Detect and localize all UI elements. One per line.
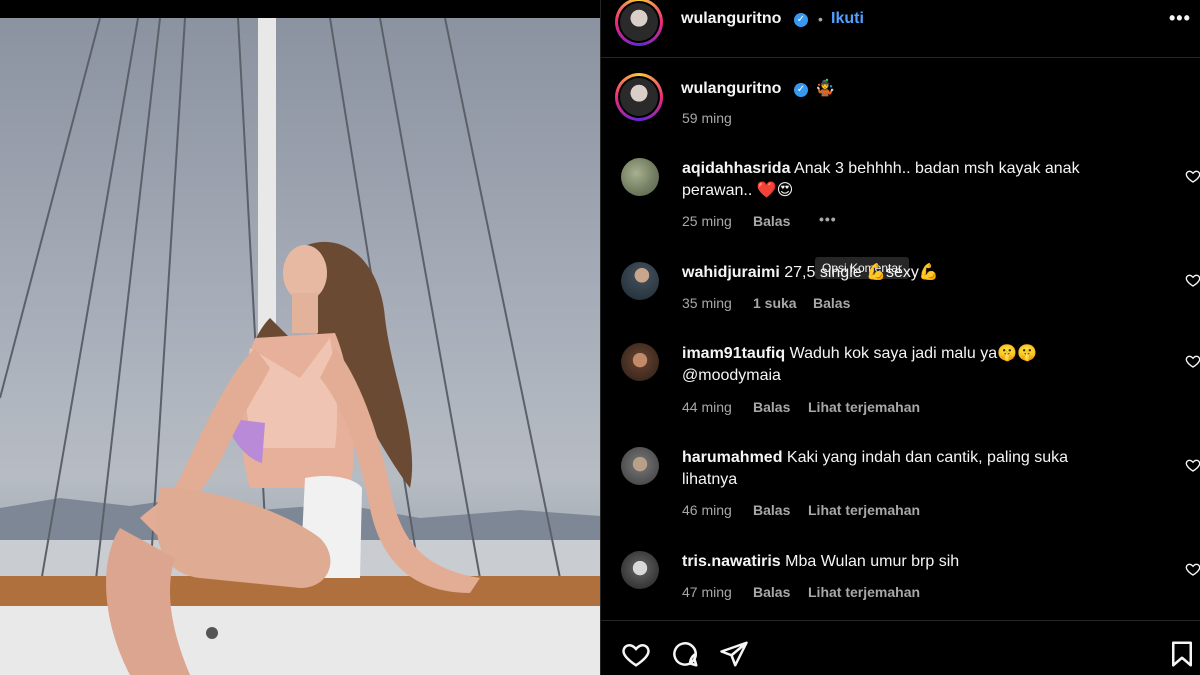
commenter-avatar[interactable]: [621, 158, 659, 196]
follow-button[interactable]: Ikuti: [831, 10, 864, 28]
comment-body: Mba Wulan umur brp sih: [785, 553, 960, 570]
author-avatar[interactable]: [615, 0, 663, 46]
heart-icon[interactable]: [621, 639, 651, 669]
comment-username[interactable]: harumahmed: [682, 449, 782, 466]
post-detail-panel: wulanguritno ✓ • Ikuti ••• wulanguritno …: [600, 0, 1200, 675]
comment-item: wahidjuraimi 27,5 single 💪sexy💪: [682, 262, 1122, 284]
comment-item: harumahmed Kaki yang indah dan cantik, p…: [682, 447, 1122, 491]
comment-options-icon[interactable]: •••: [819, 211, 837, 227]
reply-button[interactable]: Balas: [753, 502, 790, 518]
caption-author-avatar[interactable]: [615, 73, 663, 121]
post-header: wulanguritno ✓ • Ikuti •••: [601, 0, 1200, 58]
comment-item: tris.nawatiris Mba Wulan umur brp sih: [682, 551, 1122, 573]
post-image[interactable]: [0, 18, 600, 675]
commenter-avatar[interactable]: [621, 262, 659, 300]
comment-icon[interactable]: [670, 639, 700, 669]
comment-time[interactable]: 35 ming: [682, 295, 732, 311]
see-translation-link[interactable]: Lihat terjemahan: [808, 399, 920, 415]
comment-time[interactable]: 25 ming: [682, 213, 732, 229]
caption-text: 🤹: [815, 80, 835, 97]
comment-time[interactable]: 47 ming: [682, 584, 732, 600]
see-translation-link[interactable]: Lihat terjemahan: [808, 584, 920, 600]
comment-username[interactable]: imam91taufiq: [682, 345, 785, 362]
more-options-icon[interactable]: •••: [1169, 8, 1191, 29]
post-photo-illustration: [0, 18, 600, 675]
comment-time[interactable]: 44 ming: [682, 399, 732, 415]
comment-username[interactable]: wahidjuraimi: [682, 264, 780, 281]
comment-like-heart-icon[interactable]: [1185, 272, 1200, 288]
comment-item: imam91taufiq Waduh kok saya jadi malu ya…: [682, 343, 1102, 387]
reply-button[interactable]: Balas: [753, 399, 790, 415]
comment-username[interactable]: aqidahhasrida: [682, 160, 790, 177]
reply-button[interactable]: Balas: [753, 213, 790, 229]
author-username[interactable]: wulanguritno: [681, 10, 781, 28]
comment-like-heart-icon[interactable]: [1185, 353, 1200, 369]
see-translation-link[interactable]: Lihat terjemahan: [808, 502, 920, 518]
comment-time[interactable]: 46 ming: [682, 502, 732, 518]
post-action-bar: [601, 620, 1200, 675]
caption-verified-badge-icon: ✓: [794, 83, 808, 97]
comment-like-heart-icon[interactable]: [1185, 168, 1200, 184]
bookmark-icon[interactable]: [1167, 639, 1197, 669]
comment-item: aqidahhasrida Anak 3 behhhh.. badan msh …: [682, 158, 1122, 202]
comment-like-heart-icon[interactable]: [1185, 457, 1200, 473]
caption-time[interactable]: 59 ming: [682, 110, 732, 126]
comment-likes-count[interactable]: 1 suka: [753, 295, 797, 311]
separator-dot: •: [818, 11, 823, 27]
comment-like-heart-icon[interactable]: [1185, 561, 1200, 577]
commenter-avatar[interactable]: [621, 447, 659, 485]
send-icon[interactable]: [719, 639, 749, 669]
commenter-avatar[interactable]: [621, 343, 659, 381]
reply-button[interactable]: Balas: [813, 295, 850, 311]
media-top-strip: [0, 0, 600, 18]
comment-body: 27,5 single 💪sexy💪: [784, 264, 939, 281]
commenter-avatar[interactable]: [621, 551, 659, 589]
comment-username[interactable]: tris.nawatiris: [682, 553, 781, 570]
reply-button[interactable]: Balas: [753, 584, 790, 600]
caption-username[interactable]: wulanguritno: [681, 80, 781, 98]
verified-badge-icon: ✓: [794, 13, 808, 27]
